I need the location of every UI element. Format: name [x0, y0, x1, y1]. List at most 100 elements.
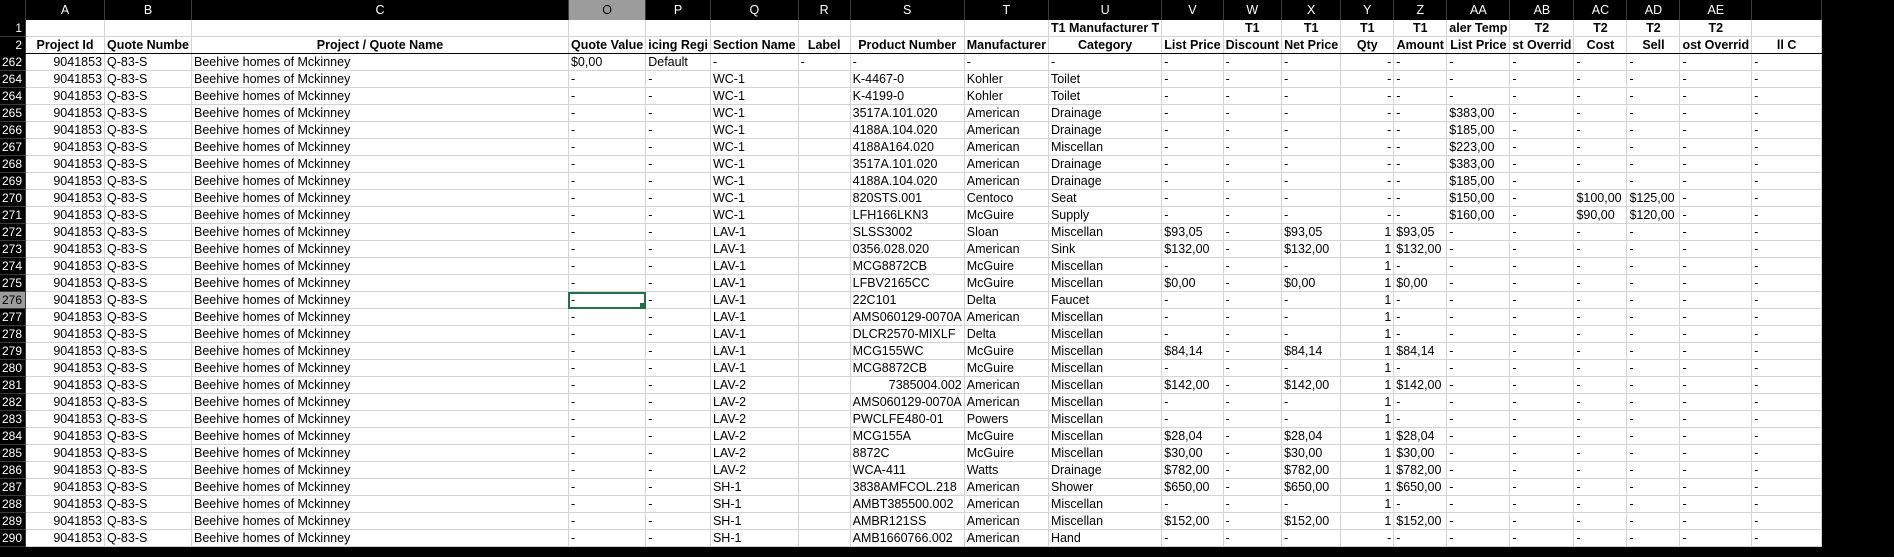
cell-t2-cost[interactable]: -: [1573, 512, 1628, 530]
cell-qty[interactable]: -: [1340, 53, 1395, 71]
cell-t2-cost[interactable]: -: [1573, 461, 1628, 479]
cell-extra[interactable]: -: [1751, 291, 1823, 309]
cell-dealer-list-price[interactable]: -: [1446, 274, 1511, 292]
cell-section-name[interactable]: WC-1: [710, 172, 799, 190]
cell-section-name[interactable]: LAV-1: [710, 257, 799, 275]
cell-list-price[interactable]: $132,00: [1161, 240, 1224, 258]
cell-label[interactable]: [798, 495, 851, 513]
cell-category[interactable]: Drainage: [1048, 121, 1163, 139]
cell-label[interactable]: [798, 104, 851, 122]
cell-quote-value[interactable]: -: [568, 495, 647, 513]
cell-amount[interactable]: -: [1393, 121, 1448, 139]
cell-product-number[interactable]: 3517A.101.020: [850, 104, 965, 122]
cell-discount[interactable]: -: [1223, 104, 1283, 122]
cell-extra[interactable]: -: [1751, 359, 1823, 377]
cell-discount[interactable]: -: [1223, 121, 1283, 139]
cell-product-number[interactable]: K-4199-0: [850, 87, 965, 105]
cell-net-price[interactable]: $650,00: [1281, 478, 1342, 496]
cell-project-id[interactable]: 9041853: [25, 342, 106, 360]
column-header[interactable]: R: [798, 0, 851, 20]
cell-net-price[interactable]: $93,05: [1281, 223, 1342, 241]
cell-list-price[interactable]: $84,14: [1161, 342, 1224, 360]
cell-quote-number[interactable]: Q-83-S: [104, 104, 192, 122]
cell-project-id[interactable]: 9041853: [25, 70, 106, 88]
cell-t2-cost-override2[interactable]: -: [1679, 427, 1753, 445]
cell-net-price[interactable]: -: [1281, 172, 1342, 190]
cell-project-name[interactable]: Beehive homes of Mckinney: [191, 325, 569, 343]
cell-discount[interactable]: -: [1223, 138, 1283, 156]
cell-amount[interactable]: -: [1393, 155, 1448, 173]
cell-discount[interactable]: -: [1223, 359, 1283, 377]
row-number-header[interactable]: 264: [0, 87, 27, 105]
cell-t2-cost-override[interactable]: -: [1509, 70, 1575, 88]
cell-t2-cost-override2[interactable]: -: [1679, 325, 1753, 343]
cell-quote-number[interactable]: Q-83-S: [104, 410, 192, 428]
cell-dealer-list-price[interactable]: -: [1446, 444, 1511, 462]
header-cell[interactable]: st Overrid: [1509, 36, 1575, 54]
cell-t2-cost-override[interactable]: -: [1509, 223, 1575, 241]
cell-t2-cost-override[interactable]: -: [1509, 529, 1575, 547]
cell-qty[interactable]: 1: [1340, 410, 1395, 428]
cell-t2-sell[interactable]: -: [1626, 257, 1681, 275]
cell-section-name[interactable]: WC-1: [710, 87, 799, 105]
cell-section-name[interactable]: WC-1: [710, 206, 799, 224]
row-number-header[interactable]: 272: [0, 223, 27, 241]
cell-net-price[interactable]: $30,00: [1281, 444, 1342, 462]
cell-quote-value[interactable]: -: [568, 342, 647, 360]
cell-list-price[interactable]: $152,00: [1161, 512, 1224, 530]
cell-list-price[interactable]: $650,00: [1161, 478, 1224, 496]
cell-manufacturer[interactable]: American: [964, 478, 1049, 496]
cell-quote-value[interactable]: -: [568, 104, 647, 122]
cell-category[interactable]: Hand: [1048, 529, 1163, 547]
column-header[interactable]: AE: [1679, 0, 1753, 20]
cell-project-id[interactable]: 9041853: [25, 104, 106, 122]
cell-section-name[interactable]: LAV-2: [710, 444, 799, 462]
cell-net-price[interactable]: -: [1281, 138, 1342, 156]
cell-list-price[interactable]: -: [1161, 87, 1224, 105]
cell-quote-value[interactable]: -: [568, 257, 647, 275]
cell-t2-sell[interactable]: -: [1626, 512, 1681, 530]
cell-pricing-region[interactable]: -: [645, 529, 711, 547]
cell-quote-value[interactable]: -: [568, 410, 647, 428]
row-number-header[interactable]: 278: [0, 325, 27, 343]
cell-t2-sell[interactable]: -: [1626, 274, 1681, 292]
cell-quote-number[interactable]: Q-83-S: [104, 342, 192, 360]
cell-label[interactable]: -: [798, 53, 851, 71]
cell-project-id[interactable]: 9041853: [25, 274, 106, 292]
cell-label[interactable]: [798, 427, 851, 445]
cell-quote-number[interactable]: Q-83-S: [104, 461, 192, 479]
cell-t2-sell[interactable]: -: [1626, 325, 1681, 343]
header-cell[interactable]: icing Regi: [645, 36, 711, 54]
cell-t2-cost-override2[interactable]: -: [1679, 393, 1753, 411]
cell-quote-value[interactable]: -: [568, 529, 647, 547]
cell-amount[interactable]: -: [1393, 189, 1448, 207]
cell-category[interactable]: -: [1048, 53, 1163, 71]
cell-quote-number[interactable]: Q-83-S: [104, 308, 192, 326]
cell-t2-cost[interactable]: -: [1573, 342, 1628, 360]
header-cell[interactable]: [568, 20, 647, 37]
cell-discount[interactable]: -: [1223, 325, 1283, 343]
cell-quote-value[interactable]: -: [568, 189, 647, 207]
row-number-header[interactable]: 262: [0, 53, 27, 71]
cell-t2-cost-override2[interactable]: -: [1679, 138, 1753, 156]
cell-t2-cost-override2[interactable]: -: [1679, 512, 1753, 530]
cell-manufacturer[interactable]: American: [964, 104, 1049, 122]
column-header[interactable]: O: [568, 0, 647, 20]
cell-list-price[interactable]: -: [1161, 359, 1224, 377]
cell-manufacturer[interactable]: American: [964, 495, 1049, 513]
cell-extra[interactable]: -: [1751, 206, 1823, 224]
cell-t2-sell[interactable]: -: [1626, 138, 1681, 156]
header-cell[interactable]: T2: [1509, 20, 1575, 37]
row-number-header[interactable]: 287: [0, 478, 27, 496]
row-number-header[interactable]: 280: [0, 359, 27, 377]
cell-section-name[interactable]: LAV-1: [710, 359, 799, 377]
cell-qty[interactable]: -: [1340, 121, 1395, 139]
cell-t2-cost-override[interactable]: -: [1509, 206, 1575, 224]
cell-qty[interactable]: 1: [1340, 461, 1395, 479]
cell-product-number[interactable]: AMS060129-0070A: [850, 393, 965, 411]
cell-section-name[interactable]: WC-1: [710, 70, 799, 88]
cell-pricing-region[interactable]: -: [645, 138, 711, 156]
cell-qty[interactable]: 1: [1340, 223, 1395, 241]
cell-label[interactable]: [798, 291, 851, 309]
column-header[interactable]: AA: [1446, 0, 1511, 20]
